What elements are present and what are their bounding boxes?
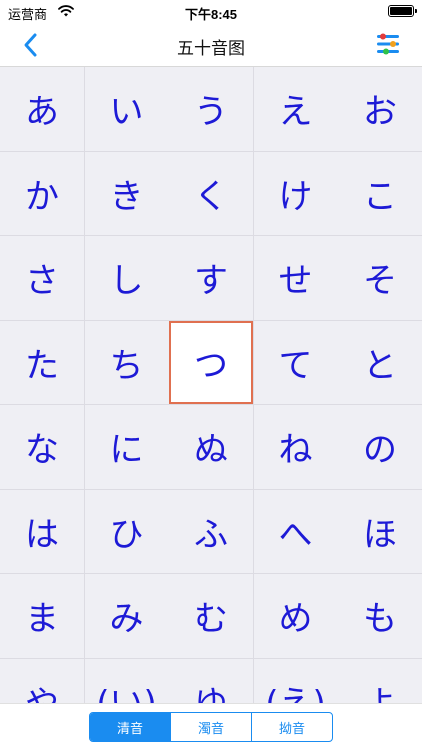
- kana-cell[interactable]: て: [253, 320, 338, 404]
- kana-cell[interactable]: よ: [338, 658, 422, 703]
- status-bar: 运营商 下午8:45: [0, 0, 422, 24]
- tab-youon[interactable]: 拗音: [251, 713, 332, 741]
- kana-cell[interactable]: ち: [84, 320, 169, 404]
- kana-cell[interactable]: ひ: [84, 489, 169, 573]
- kana-cell[interactable]: そ: [338, 236, 422, 320]
- kana-cell[interactable]: と: [338, 320, 422, 404]
- kana-grid: あいうえおかきくけこさしすせそたちつてとなにぬねのはひふへほまみむめもや(い)ゆ…: [0, 67, 422, 703]
- kana-cell[interactable]: や: [0, 658, 84, 703]
- kana-cell[interactable]: ほ: [338, 489, 422, 573]
- kana-cell[interactable]: も: [338, 574, 422, 658]
- kana-cell[interactable]: い: [84, 67, 169, 151]
- kana-cell[interactable]: せ: [253, 236, 338, 320]
- battery-icon: [388, 5, 417, 17]
- tab-seion[interactable]: 清音: [90, 713, 170, 741]
- kana-cell[interactable]: ね: [253, 405, 338, 489]
- kana-cell[interactable]: (え): [253, 658, 338, 703]
- navigation-bar: 五十音图: [0, 24, 422, 67]
- status-time: 下午8:45: [184, 7, 238, 22]
- kana-cell[interactable]: き: [84, 151, 169, 235]
- kana-cell[interactable]: ま: [0, 574, 84, 658]
- page-title: 五十音图: [177, 39, 245, 59]
- tab-dakuon[interactable]: 濁音: [170, 713, 251, 741]
- sliders-icon[interactable]: [374, 30, 402, 58]
- bottom-bar: 清音 濁音 拗音: [0, 703, 422, 751]
- kana-cell[interactable]: し: [84, 236, 169, 320]
- kana-cell[interactable]: か: [0, 151, 84, 235]
- kana-cell[interactable]: さ: [0, 236, 84, 320]
- kana-cell[interactable]: こ: [338, 151, 422, 235]
- kana-cell[interactable]: う: [169, 67, 253, 151]
- kana-cell[interactable]: つ: [169, 320, 253, 404]
- kana-cells: あいうえおかきくけこさしすせそたちつてとなにぬねのはひふへほまみむめもや(い)ゆ…: [0, 67, 422, 703]
- kana-cell[interactable]: た: [0, 320, 84, 404]
- kana-cell[interactable]: の: [338, 405, 422, 489]
- kana-cell[interactable]: あ: [0, 67, 84, 151]
- kana-cell[interactable]: む: [169, 574, 253, 658]
- kana-type-segmented-control: 清音 濁音 拗音: [89, 712, 333, 742]
- kana-cell[interactable]: す: [169, 236, 253, 320]
- kana-cell[interactable]: ふ: [169, 489, 253, 573]
- kana-cell[interactable]: け: [253, 151, 338, 235]
- kana-cell[interactable]: へ: [253, 489, 338, 573]
- kana-cell[interactable]: ぬ: [169, 405, 253, 489]
- kana-cell[interactable]: (い): [84, 658, 169, 703]
- kana-cell[interactable]: く: [169, 151, 253, 235]
- kana-cell[interactable]: お: [338, 67, 422, 151]
- kana-cell[interactable]: に: [84, 405, 169, 489]
- kana-cell[interactable]: え: [253, 67, 338, 151]
- kana-cell[interactable]: は: [0, 489, 84, 573]
- kana-cell[interactable]: み: [84, 574, 169, 658]
- kana-cell[interactable]: な: [0, 405, 84, 489]
- kana-cell[interactable]: ゆ: [169, 658, 253, 703]
- battery-level: [390, 7, 412, 15]
- kana-cell[interactable]: め: [253, 574, 338, 658]
